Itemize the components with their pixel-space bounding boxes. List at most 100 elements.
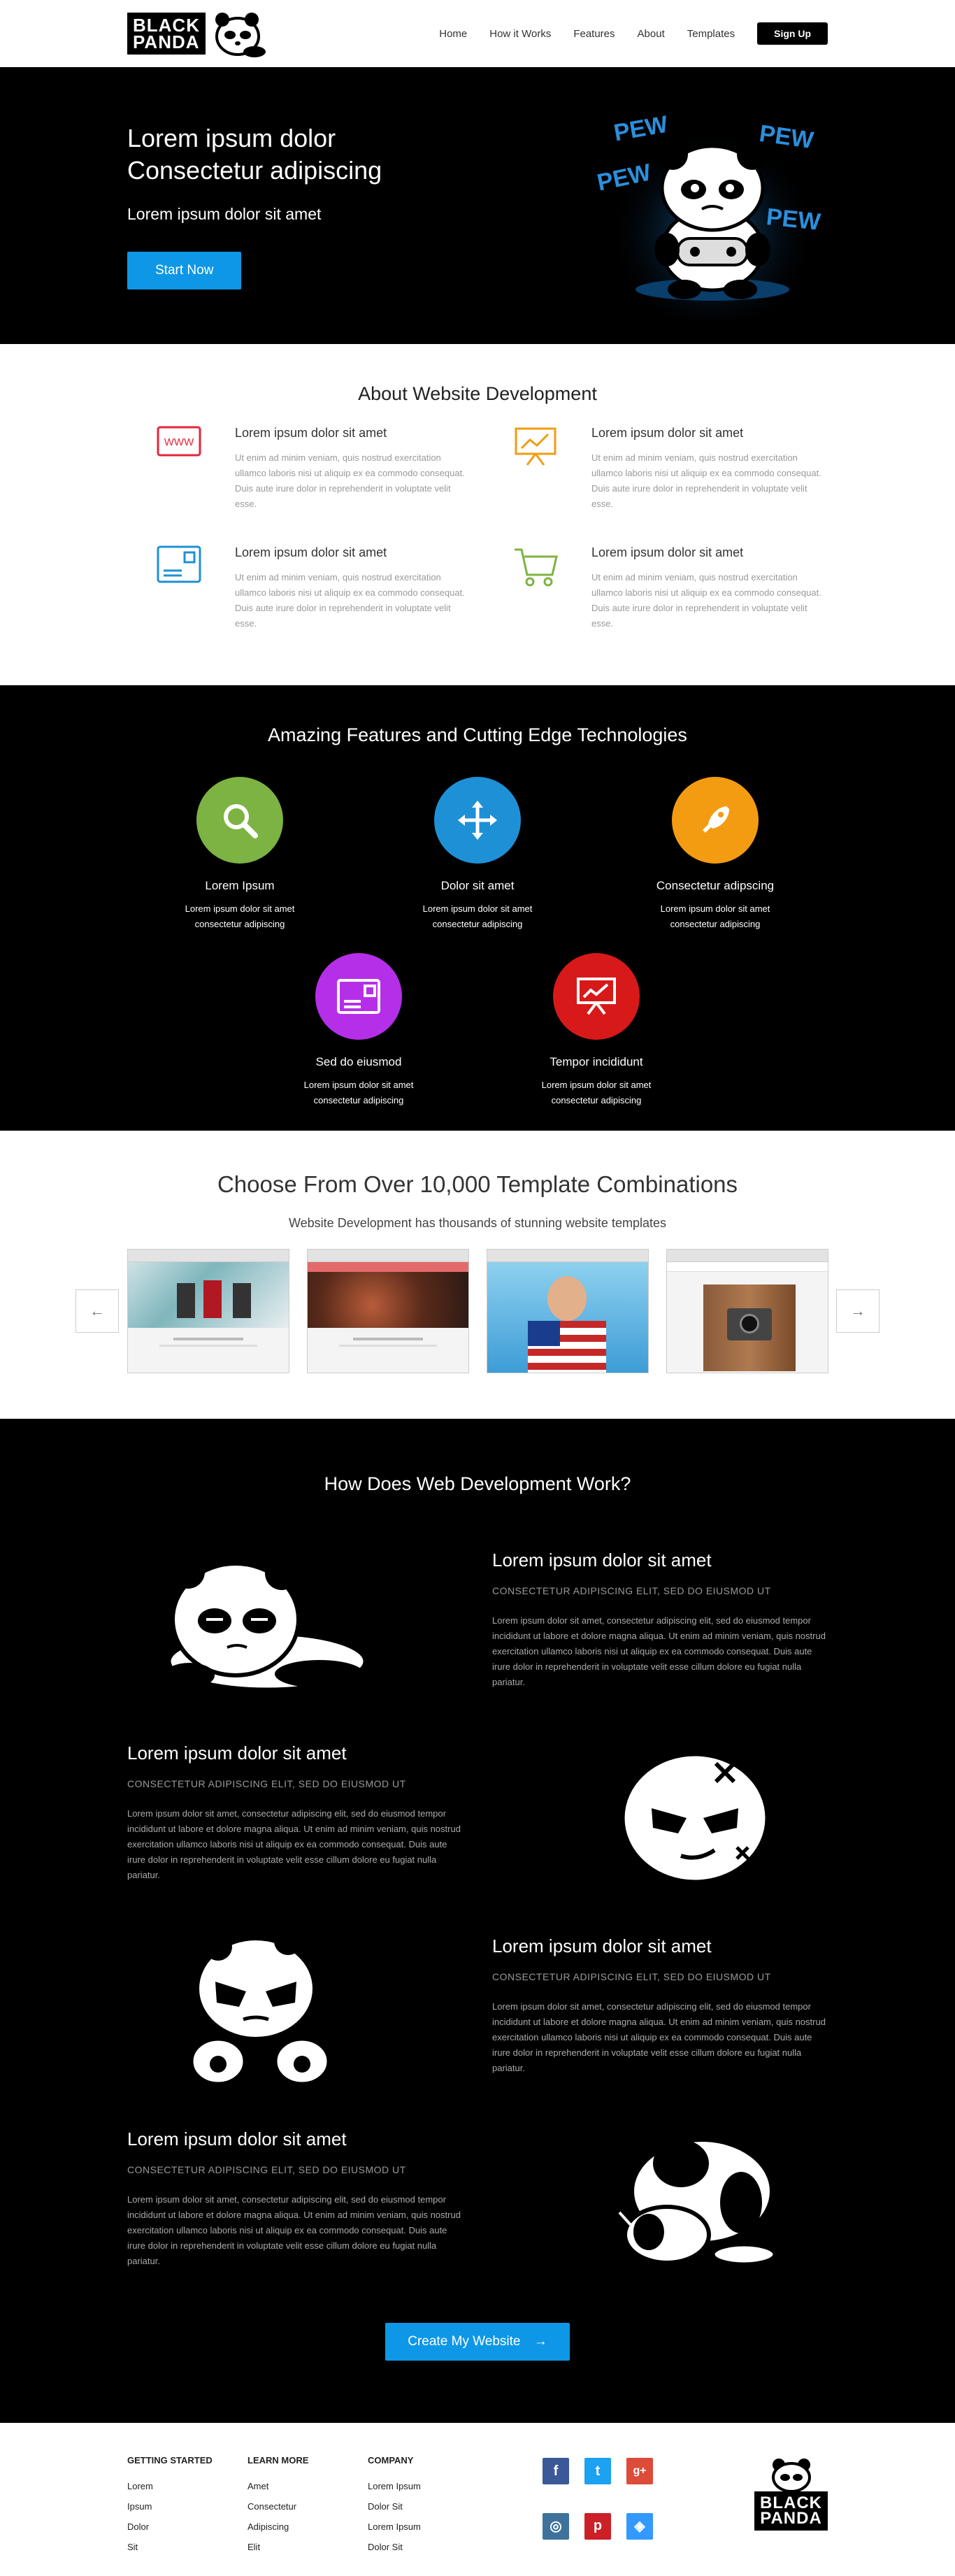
nav-link-how-it-works[interactable]: How it Works <box>489 28 551 40</box>
feature-text: Lorem ipsum dolor sit amet consectetur ad… <box>240 1078 478 1108</box>
search-icon <box>196 777 283 864</box>
footer-link[interactable]: Lorem Ipsum <box>368 2521 488 2532</box>
feature-item: Consectetur adipscing Lorem ipsum dolor … <box>596 777 834 932</box>
how-step-title: Lorem ipsum dolor sit amet <box>127 2128 347 2149</box>
google-plus-icon[interactable]: g+ <box>626 2458 653 2484</box>
how-step-title: Lorem ipsum dolor sit amet <box>492 1935 712 1956</box>
footer-column: LEARN MORE Amet Consectetur Adipiscing E… <box>247 2455 368 2552</box>
footer-column: COMPANY Lorem Ipsum Dolor Sit Lorem Ipsu… <box>368 2455 488 2552</box>
feature-text: Lorem ipsum dolor sit amet consectetur ad… <box>359 901 596 932</box>
brand-wordmark: BLACK PANDA <box>127 13 206 55</box>
feature-line1: Lorem ipsum dolor sit amet <box>660 903 770 914</box>
how-step-title: Lorem ipsum dolor sit amet <box>127 1742 347 1763</box>
feature-item: Lorem Ipsum Lorem ipsum dolor sit amet co… <box>121 777 359 932</box>
about-item-text: Ut enim ad minim veniam, quis nostrud ex… <box>235 452 465 509</box>
feature-line2: consectetur adipiscing <box>551 1095 642 1105</box>
how-step: Lorem ipsum dolor sit amet CONSECTETUR A… <box>127 2102 828 2295</box>
pew-text-4: PEW <box>765 203 822 236</box>
facebook-icon[interactable]: f <box>543 2458 569 2484</box>
how-step: Lorem ipsum dolor sit amet CONSECTETUR A… <box>127 1716 828 1909</box>
footer-link[interactable]: Lorem <box>127 2481 247 2491</box>
arrow-right-icon: → <box>533 2334 547 2349</box>
sleeping-panda-icon <box>164 1555 367 1691</box>
footer-link[interactable]: Ipsum <box>127 2501 247 2512</box>
feature-line2: consectetur adipiscing <box>670 919 761 929</box>
footer-link[interactable]: Lorem Ipsum <box>368 2481 488 2491</box>
nav-link-features[interactable]: Features <box>573 28 615 40</box>
feature-line2: consectetur adipiscing <box>432 919 523 929</box>
rocket-icon <box>672 777 759 864</box>
brand-line2: PANDA <box>133 31 200 52</box>
footer-link[interactable]: Dolor <box>127 2521 247 2532</box>
carousel-next-button[interactable]: → <box>836 1289 879 1333</box>
hero-title: Lorem ipsum dolor Consectetur adipiscing <box>127 122 382 187</box>
hero-copy: Lorem ipsum dolor Consectetur adipiscing… <box>127 122 382 289</box>
about-item: WWW Lorem ipsum dolor sit amet Ut enim a… <box>157 426 471 512</box>
nav-link-home[interactable]: Home <box>439 28 467 40</box>
feature-line1: Lorem ipsum dolor sit amet <box>422 903 533 914</box>
how-step-text: Lorem ipsum dolor sit amet, consectetur … <box>492 2001 826 2073</box>
footer-link[interactable]: Dolor Sit <box>368 2542 488 2552</box>
twitter-icon[interactable]: t <box>584 2458 611 2484</box>
how-step-kicker: CONSECTETUR ADIPISCING ELIT, SED DO EIUS… <box>127 1777 406 1789</box>
footer-link[interactable]: Adipiscing <box>247 2521 368 2532</box>
footer: GETTING STARTED Lorem Ipsum Dolor Sit LE… <box>0 2423 955 2576</box>
template-thumbnail[interactable] <box>306 1249 469 1373</box>
sleeping-panda-illustration <box>127 1543 393 1696</box>
about-item-title: Lorem ipsum dolor sit amet <box>235 545 387 559</box>
how-it-works-section: How Does Web Development Work? Lorem ips… <box>0 1419 955 2423</box>
nav-link-about[interactable]: About <box>638 28 665 40</box>
postcard-icon <box>315 953 402 1040</box>
how-title: How Does Web Development Work? <box>324 1473 631 1494</box>
brand-logo[interactable]: BLACK PANDA <box>127 8 268 59</box>
start-now-button[interactable]: Start Now <box>127 251 242 289</box>
about-item-text: Ut enim ad minim veniam, quis nostrud ex… <box>591 452 821 509</box>
how-step-text: Lorem ipsum dolor sit amet, consectetur … <box>492 1615 826 1687</box>
lying-panda-icon <box>618 2138 777 2266</box>
footer-link[interactable]: Dolor Sit <box>368 2501 488 2512</box>
how-step-title: Lorem ipsum dolor sit amet <box>492 1549 712 1570</box>
delicious-icon[interactable]: ◈ <box>626 2512 653 2540</box>
instagram-icon[interactable]: ◎ <box>543 2512 569 2540</box>
footer-link[interactable]: Elit <box>247 2542 368 2552</box>
how-step: Lorem ipsum dolor sit amet CONSECTETUR A… <box>127 1909 828 2102</box>
feature-line2: consectetur adipiscing <box>194 919 285 929</box>
how-step: Lorem ipsum dolor sit amet CONSECTETUR A… <box>127 1523 828 1716</box>
about-title: About Website Development <box>358 383 597 404</box>
about-item-text: Ut enim ad minim veniam, quis nostrud ex… <box>235 572 465 629</box>
feature-item: Tempor incididunt Lorem ipsum dolor sit … <box>478 953 715 1108</box>
footer-column: GETTING STARTED Lorem Ipsum Dolor Sit <box>127 2455 247 2552</box>
feature-title: Lorem Ipsum <box>205 879 275 892</box>
footer-link[interactable]: Sit <box>127 2542 247 2552</box>
footer-link[interactable]: Consectetur <box>247 2501 368 2512</box>
carousel-prev-button[interactable]: ← <box>76 1289 119 1333</box>
sign-up-button[interactable]: Sign Up <box>757 22 828 45</box>
how-step-kicker: CONSECTETUR ADIPISCING ELIT, SED DO EIUS… <box>127 2163 406 2175</box>
angry-panda-icon <box>619 1748 770 1885</box>
pinterest-icon[interactable]: p <box>584 2512 611 2540</box>
footer-link[interactable]: Amet <box>247 2481 368 2491</box>
template-thumbnail[interactable] <box>486 1249 649 1373</box>
template-thumbnail[interactable] <box>666 1249 828 1373</box>
feature-line2: consectetur adipiscing <box>313 1095 404 1105</box>
brand-line2: PANDA <box>760 2509 822 2528</box>
template-thumbnail[interactable] <box>127 1249 289 1373</box>
footer-brand-logo[interactable]: BLACK PANDA <box>754 2456 828 2552</box>
footer-column-title: LEARN MORE <box>247 2455 309 2466</box>
hero-subtitle: Lorem ipsum dolor sit amet <box>127 204 322 223</box>
panda-mascot-icon <box>771 2459 811 2491</box>
features-section: Amazing Features and Cutting Edge Techno… <box>0 685 955 1131</box>
template-carousel: ← → <box>76 1249 879 1373</box>
about-section: About Website Development WWW Lorem ipsu… <box>0 344 955 685</box>
create-my-website-button[interactable]: Create My Website → <box>385 2323 570 2361</box>
hero-title-line1: Lorem ipsum dolor <box>127 123 336 152</box>
about-item-title: Lorem ipsum dolor sit amet <box>235 426 387 440</box>
how-step-kicker: CONSECTETUR ADIPISCING ELIT, SED DO EIUS… <box>492 1970 771 1982</box>
move-arrows-icon <box>434 777 521 864</box>
feature-text: Lorem ipsum dolor sit amet consectetur ad… <box>121 901 359 932</box>
about-item: Lorem ipsum dolor sit amet Ut enim ad mi… <box>157 545 471 631</box>
about-item-title: Lorem ipsum dolor sit amet <box>591 545 744 559</box>
nav-link-templates[interactable]: Templates <box>687 28 735 40</box>
templates-section: Choose From Over 10,000 Template Combina… <box>0 1131 955 1419</box>
social-links: f t g+ ◎ p ◈ <box>543 2458 653 2552</box>
